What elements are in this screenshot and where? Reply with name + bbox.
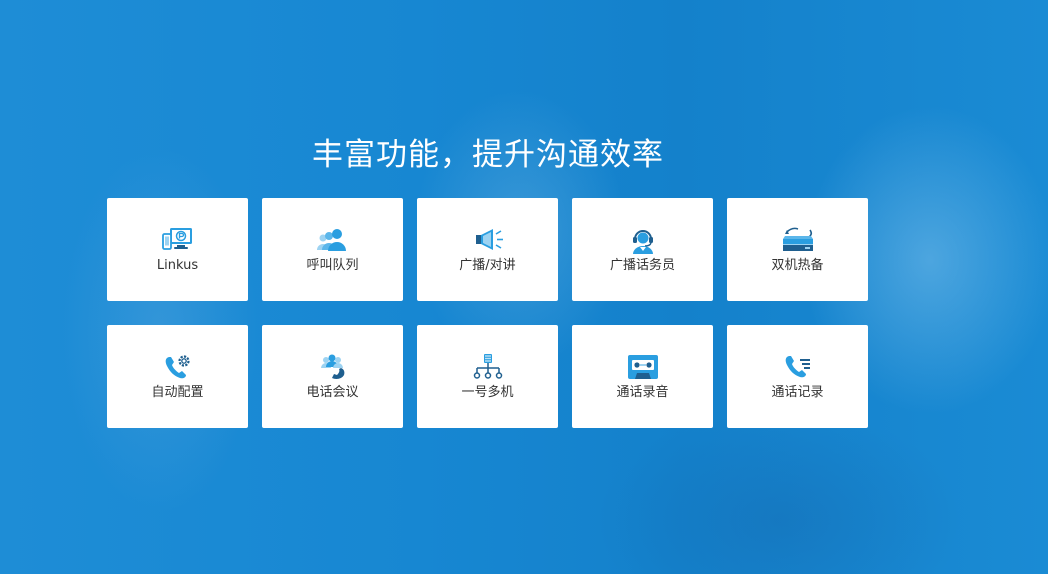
conference-call-icon bbox=[320, 354, 344, 379]
feature-grid: Linkus 呼叫队列 广播/对讲 广播话务员 双机热备 自动配置 电话会议 一… bbox=[107, 198, 868, 428]
feature-label: 电话会议 bbox=[306, 385, 359, 400]
feature-card-conference-call[interactable]: 电话会议 bbox=[262, 325, 403, 428]
one-number-multi-device-icon bbox=[473, 354, 502, 379]
feature-label: 呼叫队列 bbox=[306, 258, 359, 273]
server-failover-icon bbox=[782, 227, 813, 251]
feature-card-call-queue[interactable]: 呼叫队列 bbox=[262, 198, 403, 301]
feature-card-one-number-multi[interactable]: 一号多机 bbox=[417, 325, 558, 428]
feature-label: 广播/对讲 bbox=[459, 258, 516, 273]
feature-label: 双机热备 bbox=[771, 258, 824, 273]
page-title: 丰富功能，提升沟通效率 bbox=[312, 136, 664, 173]
call-queue-people-icon bbox=[316, 229, 346, 251]
call-log-icon bbox=[785, 356, 810, 378]
feature-card-linkus[interactable]: Linkus bbox=[107, 198, 248, 301]
feature-label: 广播话务员 bbox=[609, 258, 675, 273]
feature-card-auto-provisioning[interactable]: 自动配置 bbox=[107, 325, 248, 428]
linkus-devices-icon bbox=[161, 228, 192, 250]
feature-card-call-log[interactable]: 通话记录 bbox=[727, 325, 868, 428]
feature-card-broadcast-operator[interactable]: 广播话务员 bbox=[572, 198, 713, 301]
feature-label: 通话录音 bbox=[616, 385, 669, 400]
feature-label: Linkus bbox=[156, 258, 199, 273]
feature-card-call-recording[interactable]: 通话录音 bbox=[572, 325, 713, 428]
phone-gear-icon bbox=[165, 355, 190, 379]
feature-label: 通话记录 bbox=[771, 385, 824, 400]
feature-card-hot-standby[interactable]: 双机热备 bbox=[727, 198, 868, 301]
megaphone-icon bbox=[475, 229, 503, 250]
feature-label: 一号多机 bbox=[461, 385, 514, 400]
cassette-recording-icon bbox=[627, 355, 658, 379]
feature-label: 自动配置 bbox=[151, 385, 204, 400]
headset-operator-icon bbox=[632, 230, 653, 254]
feature-card-broadcast-intercom[interactable]: 广播/对讲 bbox=[417, 198, 558, 301]
